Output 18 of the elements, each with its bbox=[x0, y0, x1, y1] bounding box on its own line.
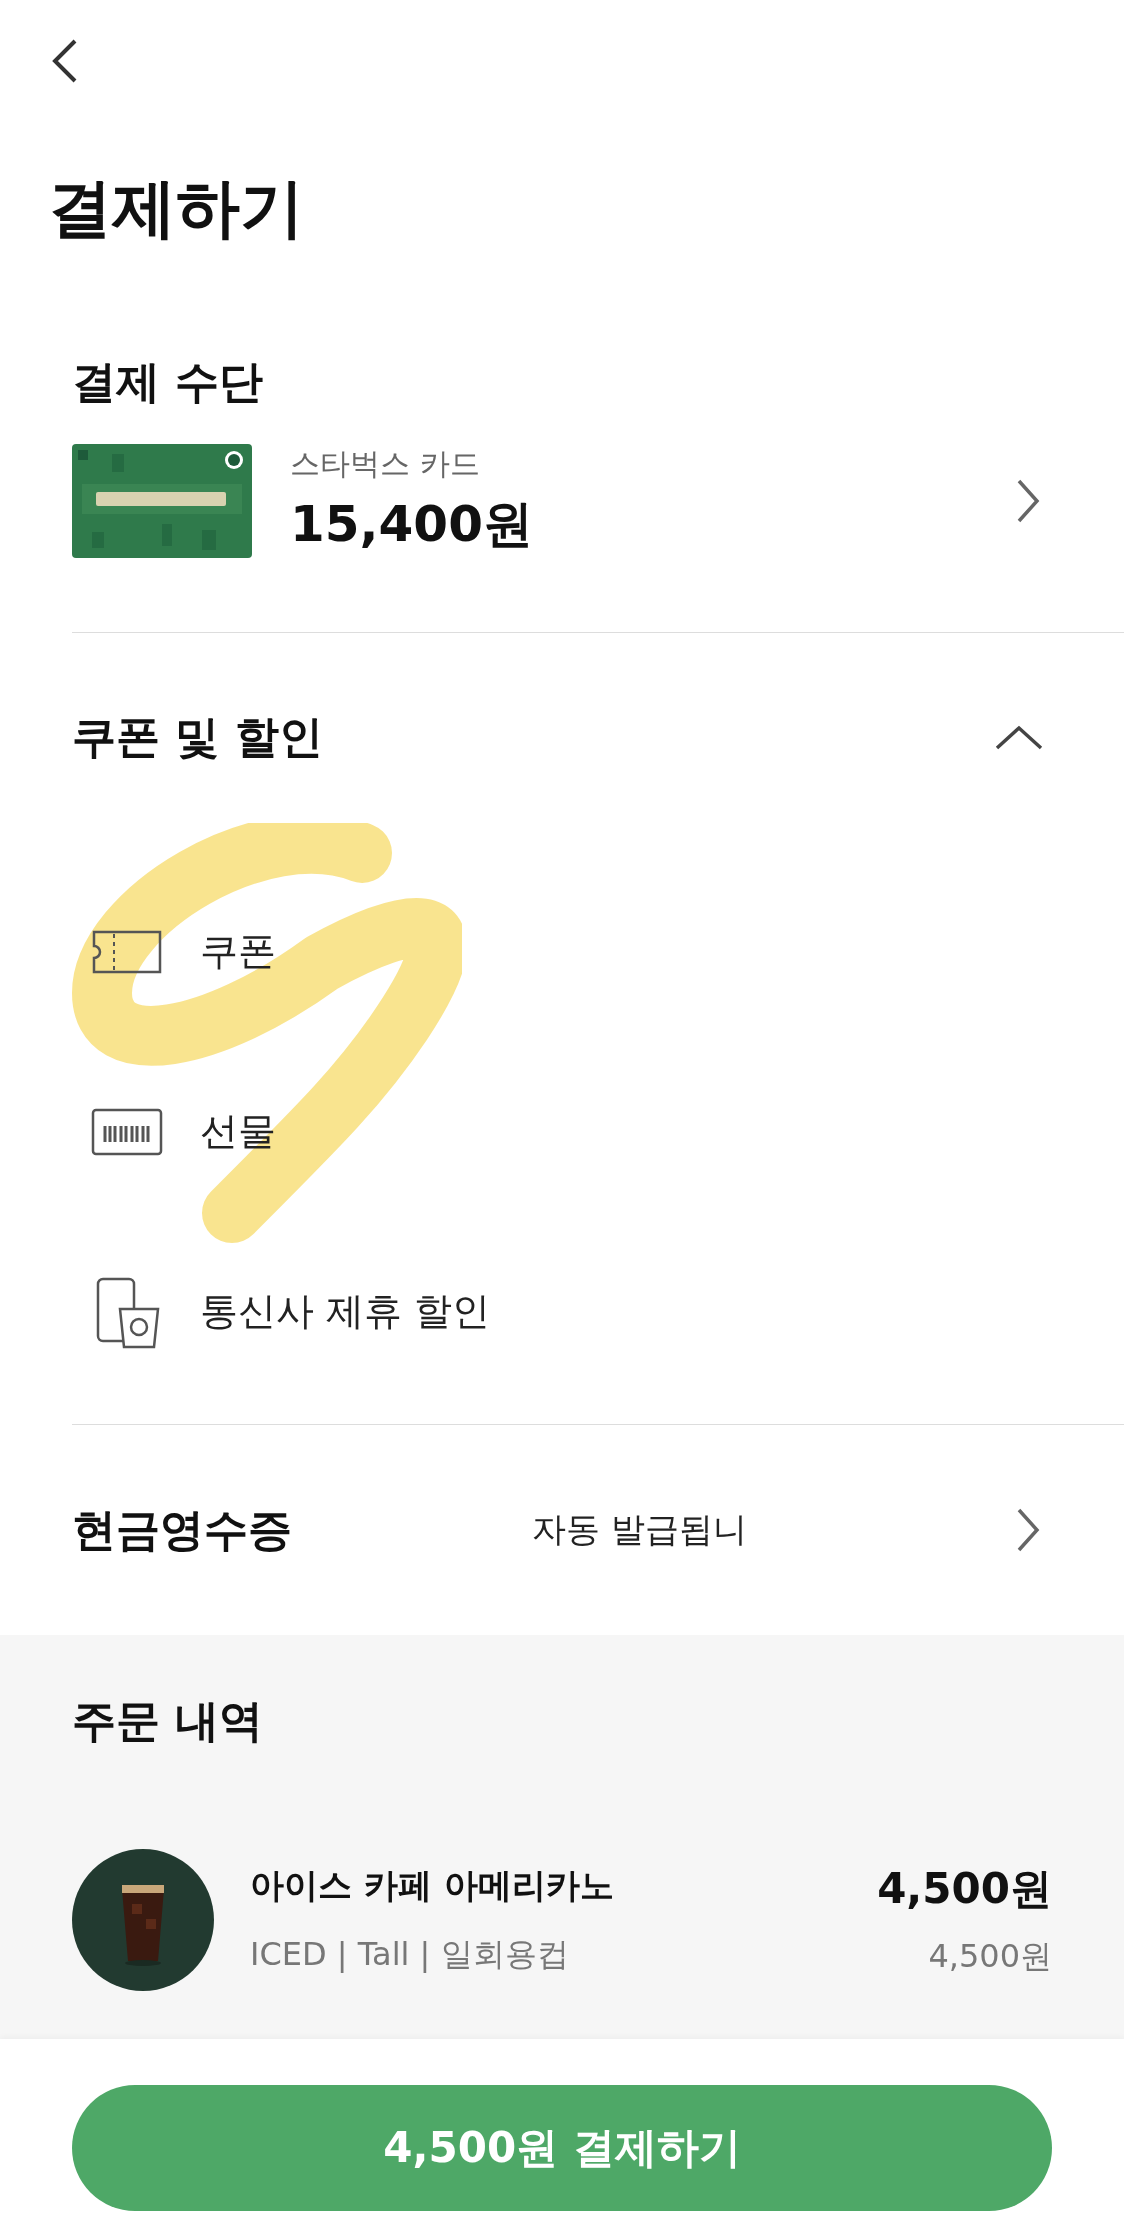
chevron-right-icon[interactable] bbox=[1016, 1506, 1040, 1553]
card-name: 스타벅스 카드 bbox=[290, 445, 481, 484]
unit-price: 4,500원 bbox=[927, 1936, 1052, 1978]
receipt-status: 자동 발급됩니 bbox=[532, 1507, 748, 1551]
chevron-right-icon[interactable] bbox=[1016, 478, 1040, 525]
section-heading: 현금영수증 bbox=[72, 1505, 292, 1554]
option-label[interactable]: 선물 bbox=[200, 1106, 276, 1158]
section-heading: 쿠폰 및 할인 bbox=[72, 713, 323, 762]
section-heading: 주문 내역 bbox=[72, 1696, 265, 1746]
card-balance: 15,400원 bbox=[290, 494, 534, 556]
page-title: 결제하기 bbox=[48, 176, 305, 240]
item-price: 4,500원 bbox=[877, 1863, 1052, 1916]
option-label[interactable]: 통신사 제휴 할인 bbox=[200, 1286, 491, 1338]
option-label[interactable]: 쿠폰 bbox=[200, 926, 276, 978]
item-name: 아이스 카페 아메리카노 bbox=[250, 1864, 615, 1908]
chevron-up-icon[interactable] bbox=[994, 724, 1044, 751]
item-options: ICED | Tall | 일회용컵 bbox=[250, 1933, 878, 1978]
section-heading: 결제 수단 bbox=[72, 358, 265, 407]
